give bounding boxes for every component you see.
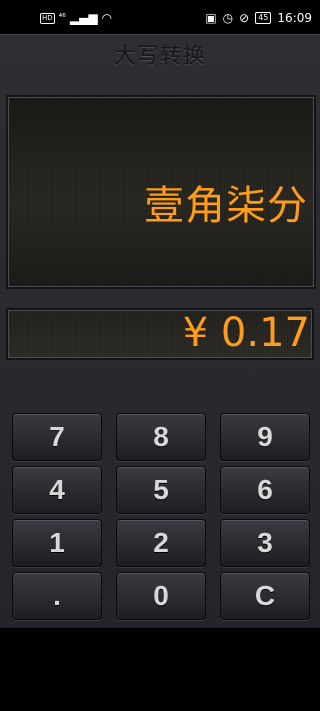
clock: 16:09 bbox=[277, 11, 312, 25]
cellular-signal-icon: ⁴⁶ bbox=[58, 13, 66, 23]
app-title: 大写转换 bbox=[113, 44, 206, 69]
mute-icon: ⊘ bbox=[239, 11, 250, 25]
alarm-icon: ◷ bbox=[222, 11, 234, 25]
hd-indicator: HD bbox=[40, 12, 55, 24]
nfc-icon: ▣ bbox=[205, 11, 217, 25]
amount-value: ¥ 0.17 bbox=[182, 310, 310, 356]
key-0[interactable]: 0 bbox=[116, 572, 206, 620]
key-7[interactable]: 7 bbox=[12, 413, 102, 461]
amount-display: ¥ 0.17 bbox=[6, 308, 314, 360]
key-1[interactable]: 1 bbox=[12, 519, 102, 567]
status-bar: HD ⁴⁶ ▂▄▆ ◠ ▣ ◷ ⊘ 45 16:09 bbox=[0, 0, 320, 34]
key-9[interactable]: 9 bbox=[220, 413, 310, 461]
bottom-blank-area bbox=[0, 628, 320, 711]
key-4[interactable]: 4 bbox=[12, 466, 102, 514]
key-3[interactable]: 3 bbox=[220, 519, 310, 567]
chinese-amount-text: 壹角柒分 bbox=[144, 183, 308, 229]
key-6[interactable]: 6 bbox=[220, 466, 310, 514]
key-clear[interactable]: C bbox=[220, 572, 310, 620]
key-decimal[interactable]: . bbox=[12, 572, 102, 620]
wifi-icon: ◠ bbox=[101, 11, 113, 25]
key-5[interactable]: 5 bbox=[116, 466, 206, 514]
chinese-amount-display: 壹角柒分 bbox=[6, 95, 316, 289]
signal-bars-icon: ▂▄▆ bbox=[69, 11, 98, 25]
key-8[interactable]: 8 bbox=[116, 413, 206, 461]
key-2[interactable]: 2 bbox=[116, 519, 206, 567]
battery-indicator: 45 bbox=[255, 12, 272, 24]
